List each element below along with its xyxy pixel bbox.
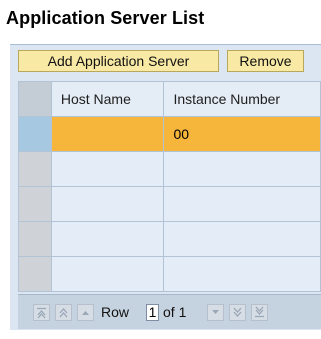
table-row[interactable] (18, 151, 321, 187)
application-server-table: Host Name Instance Number 00 (18, 81, 321, 292)
select-all-header[interactable] (18, 81, 52, 117)
host-name-cell[interactable] (50, 151, 165, 187)
pager-row-label: Row (101, 304, 130, 320)
column-header-host-name[interactable]: Host Name (50, 81, 165, 117)
instance-number-cell[interactable] (163, 151, 321, 187)
page-title: Application Server List (6, 8, 205, 28)
table-row[interactable]: 00 (18, 116, 321, 152)
row-selector[interactable] (18, 256, 52, 292)
page-number-input[interactable]: 1 (146, 304, 159, 321)
row-selector[interactable] (18, 186, 52, 222)
row-selector[interactable] (18, 221, 52, 257)
previous-page-icon[interactable] (55, 304, 72, 321)
host-name-cell[interactable] (50, 221, 165, 257)
table-row[interactable] (18, 256, 321, 292)
row-selector[interactable] (18, 116, 52, 152)
next-page-icon[interactable] (229, 304, 246, 321)
instance-number-cell[interactable] (163, 186, 321, 222)
next-row-icon[interactable] (207, 304, 224, 321)
add-application-server-button[interactable]: Add Application Server (18, 50, 219, 72)
table-header-row: Host Name Instance Number (18, 81, 321, 117)
table-row[interactable] (18, 221, 321, 257)
instance-number-cell[interactable] (163, 221, 321, 257)
first-page-icon[interactable] (33, 304, 50, 321)
host-name-cell[interactable] (50, 256, 165, 292)
remove-button[interactable]: Remove (227, 50, 304, 72)
row-selector[interactable] (18, 151, 52, 187)
table-pager: Row 1 of 1 (18, 294, 321, 329)
last-page-icon[interactable] (251, 304, 268, 321)
column-header-instance-number[interactable]: Instance Number (163, 81, 321, 117)
host-name-cell[interactable] (50, 186, 165, 222)
instance-number-cell[interactable]: 00 (163, 116, 321, 152)
previous-row-icon[interactable] (77, 304, 94, 321)
instance-number-cell[interactable] (163, 256, 321, 292)
pager-total-label: of 1 (163, 304, 187, 320)
host-name-cell[interactable] (50, 116, 165, 152)
table-row[interactable] (18, 186, 321, 222)
